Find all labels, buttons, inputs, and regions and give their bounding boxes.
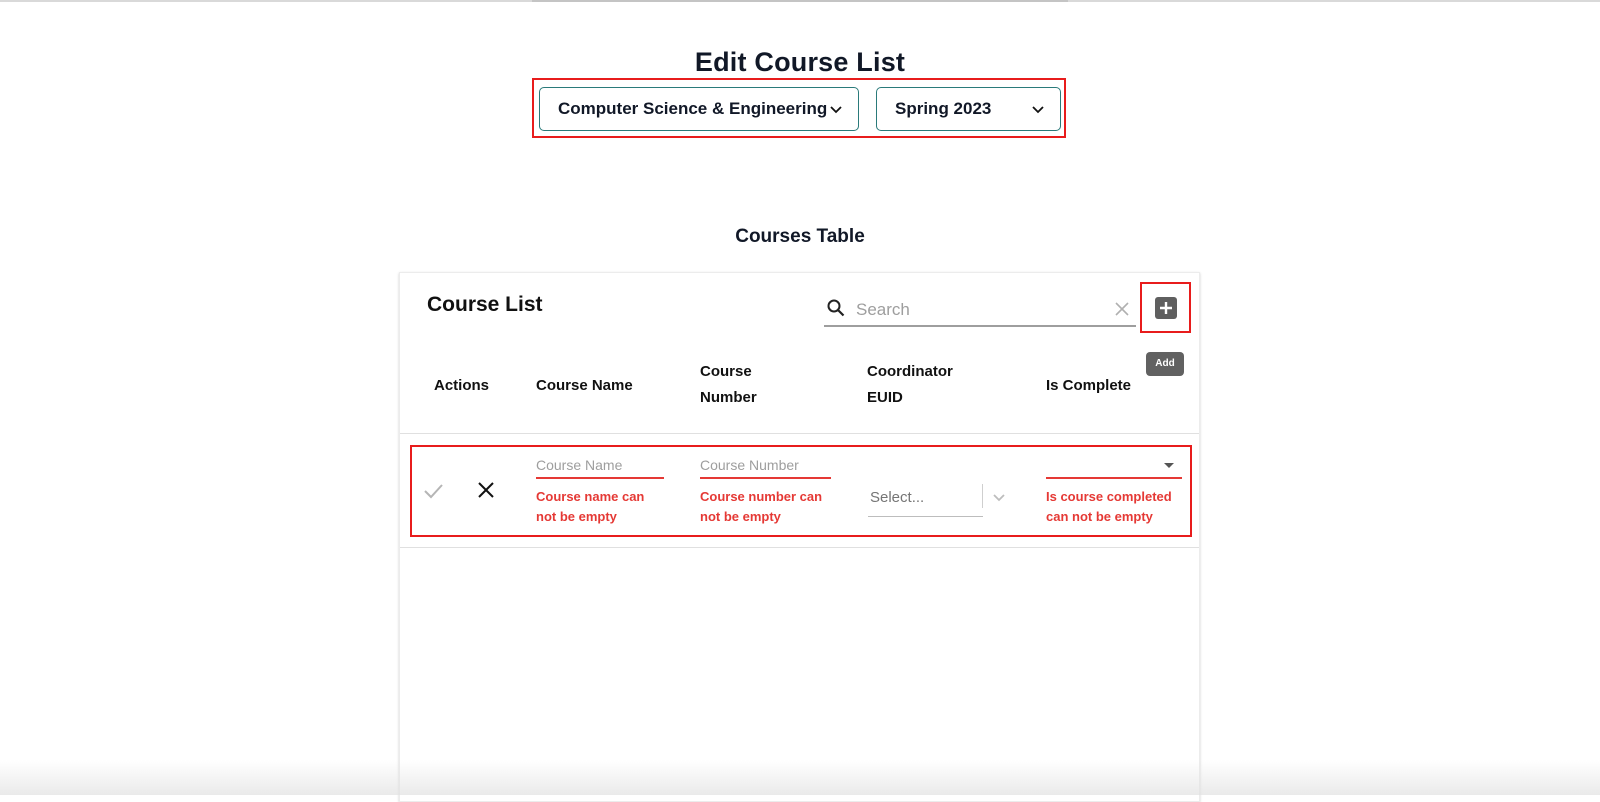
add-tooltip: Add [1146, 352, 1184, 376]
page-title: Edit Course List [694, 47, 906, 77]
column-header-is-complete[interactable]: Is Complete [1046, 373, 1131, 399]
coordinator-select-separator [982, 484, 983, 508]
add-row-button[interactable] [1155, 297, 1177, 319]
coordinator-select-placeholder: Select... [870, 489, 925, 506]
column-header-coordinator-line2: EUID [867, 389, 903, 406]
course-number-input[interactable] [700, 457, 831, 473]
row-divider [400, 547, 1199, 548]
course-number-error-line1: Course number can [700, 489, 823, 504]
course-name-error: Course name can not be empty [536, 487, 644, 527]
course-number-error-line2: not be empty [700, 509, 781, 524]
course-list-table: Course List Add Actions Course Name Cour… [399, 272, 1200, 802]
chevron-down-icon [993, 494, 1005, 502]
column-header-course-number[interactable]: Course Number [700, 359, 757, 411]
is-complete-error-line2: can not be empty [1046, 509, 1153, 524]
term-select-value: Spring 2023 [895, 99, 992, 118]
column-header-coordinator-line1: Coordinator [867, 363, 953, 380]
column-header-coordinator[interactable]: Coordinator EUID [867, 359, 953, 411]
course-name-input[interactable] [536, 457, 664, 473]
clear-search-icon[interactable] [1114, 301, 1130, 317]
department-select[interactable]: Computer Science & Engineering [539, 87, 859, 131]
chevron-down-icon [1032, 106, 1044, 114]
plus-icon [1160, 302, 1172, 314]
column-header-course-name[interactable]: Course Name [536, 373, 633, 399]
column-header-actions: Actions [434, 377, 490, 394]
is-complete-error-line1: Is course completed [1046, 489, 1172, 504]
course-name-field [536, 453, 664, 479]
term-select[interactable]: Spring 2023 [876, 87, 1061, 131]
course-name-error-line2: not be empty [536, 509, 617, 524]
coordinator-select[interactable]: Select... [868, 483, 1016, 517]
department-select-value: Computer Science & Engineering [558, 99, 828, 118]
column-header-course-number-line1: Course [700, 363, 752, 380]
coordinator-select-underline [868, 516, 983, 517]
header-divider [400, 433, 1199, 434]
close-icon[interactable] [475, 479, 497, 501]
chevron-down-icon [830, 106, 842, 114]
course-number-field [700, 453, 831, 479]
course-number-error: Course number can not be empty [700, 487, 822, 527]
section-title: Courses Table [735, 226, 865, 247]
is-complete-select[interactable] [1046, 453, 1182, 479]
search-field [824, 293, 1136, 327]
is-complete-error: Is course completed can not be empty [1046, 487, 1172, 527]
course-name-error-line1: Course name can [536, 489, 645, 504]
search-input[interactable] [854, 296, 1098, 324]
search-icon [827, 299, 845, 317]
check-icon[interactable] [422, 480, 444, 502]
top-border-accent [532, 0, 1068, 2]
dropdown-caret-icon [1164, 463, 1174, 468]
table-title: Course List [427, 293, 543, 316]
column-header-course-number-line2: Number [700, 389, 757, 406]
